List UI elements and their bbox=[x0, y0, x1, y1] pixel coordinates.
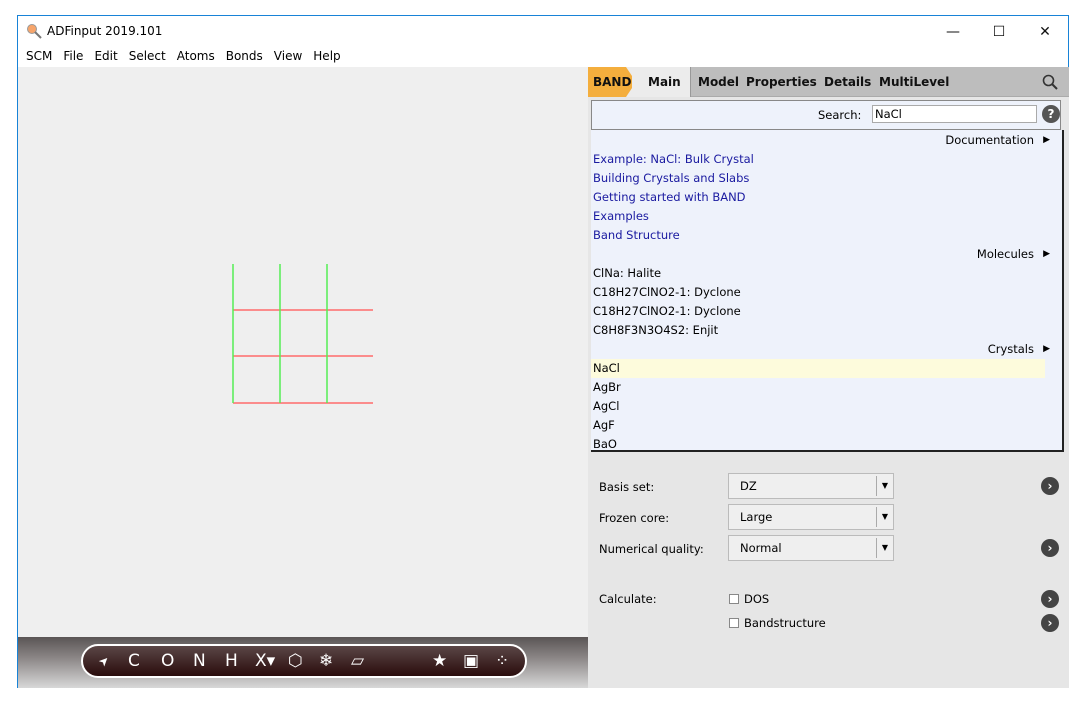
close-button[interactable]: ✕ bbox=[1022, 16, 1068, 47]
view-box-icon[interactable]: ▣ bbox=[463, 651, 479, 671]
carbon-tool[interactable]: C bbox=[128, 651, 140, 671]
menu-view[interactable]: View bbox=[272, 47, 307, 67]
molecule-item[interactable]: C18H27ClNO2-1: Dyclone bbox=[593, 302, 741, 321]
tab-band[interactable]: BAND bbox=[588, 67, 632, 97]
chevron-down-icon: ▼ bbox=[876, 476, 893, 496]
expand-arrow-icon[interactable]: ▶ bbox=[1043, 131, 1050, 150]
pointer-tool-icon[interactable]: ➤ bbox=[96, 652, 113, 669]
crystals-header[interactable]: Crystals bbox=[988, 340, 1034, 359]
numerical-quality-select[interactable]: Normal ▼ bbox=[728, 535, 894, 561]
expand-arrow-icon[interactable]: ▶ bbox=[1043, 340, 1050, 359]
crystal-item-selected[interactable]: NaCl bbox=[593, 359, 620, 378]
settings-panel: Main BAND Model Properties Details Multi… bbox=[588, 67, 1069, 688]
title-bar: ADFinput 2019.101 — ☐ ✕ bbox=[18, 16, 1068, 47]
doc-link[interactable]: Building Crystals and Slabs bbox=[593, 169, 749, 188]
menu-file[interactable]: File bbox=[61, 47, 88, 67]
help-icon[interactable]: ? bbox=[1042, 105, 1060, 123]
star-icon[interactable]: ★ bbox=[432, 651, 447, 671]
plane-icon[interactable]: ▱ bbox=[351, 651, 364, 671]
search-input[interactable] bbox=[872, 105, 1037, 123]
doc-link[interactable]: Examples bbox=[593, 207, 649, 226]
dos-details-button[interactable]: › bbox=[1041, 590, 1059, 608]
frozen-core-label: Frozen core: bbox=[599, 511, 669, 525]
bandstructure-checkbox[interactable] bbox=[729, 618, 739, 628]
menu-bar: SCM File Edit Select Atoms Bonds View He… bbox=[18, 47, 1068, 67]
crystal-lattice bbox=[18, 67, 588, 637]
molecule-item[interactable]: C18H27ClNO2-1: Dyclone bbox=[593, 283, 741, 302]
search-results: Documentation ▶ Example: NaCl: Bulk Cryst… bbox=[591, 130, 1064, 452]
freeze-icon[interactable]: ❄ bbox=[319, 651, 333, 671]
molecule-viewport[interactable] bbox=[18, 67, 588, 637]
search-bar: Search: ? bbox=[591, 100, 1061, 130]
molecule-item[interactable]: ClNa: Halite bbox=[593, 264, 661, 283]
menu-edit[interactable]: Edit bbox=[92, 47, 122, 67]
basis-set-label: Basis set: bbox=[599, 480, 654, 494]
crystal-item[interactable]: BaO bbox=[593, 435, 617, 454]
hydrogen-tool[interactable]: H bbox=[225, 651, 238, 671]
crystal-item[interactable]: AgBr bbox=[593, 378, 621, 397]
frozen-core-value: Large bbox=[740, 510, 772, 524]
more-tools-icon[interactable]: ⁘ bbox=[495, 651, 509, 671]
molecules-header[interactable]: Molecules bbox=[977, 245, 1034, 264]
panel-tabs: Main BAND Model Properties Details Multi… bbox=[588, 67, 1069, 97]
menu-scm[interactable]: SCM bbox=[24, 47, 57, 67]
minimize-button[interactable]: — bbox=[930, 16, 976, 47]
crystal-item[interactable]: AgCl bbox=[593, 397, 619, 416]
tab-main[interactable]: Main bbox=[626, 67, 691, 97]
doc-link[interactable]: Getting started with BAND bbox=[593, 188, 746, 207]
numerical-quality-label: Numerical quality: bbox=[599, 542, 704, 556]
window-title: ADFinput 2019.101 bbox=[47, 24, 162, 38]
tab-model[interactable]: Model bbox=[698, 67, 739, 97]
quality-details-button[interactable]: › bbox=[1041, 539, 1059, 557]
app-window: ADFinput 2019.101 — ☐ ✕ SCM File Edit Se… bbox=[17, 15, 1069, 688]
other-element-tool[interactable]: X▾ bbox=[255, 651, 275, 671]
bandstructure-label: Bandstructure bbox=[744, 616, 826, 630]
maximize-button[interactable]: ☐ bbox=[976, 16, 1022, 47]
menu-atoms[interactable]: Atoms bbox=[175, 47, 220, 67]
tab-properties[interactable]: Properties bbox=[746, 67, 817, 97]
molecule-item[interactable]: C8H8F3N3O4S2: Enjit bbox=[593, 321, 718, 340]
doc-link[interactable]: Band Structure bbox=[593, 226, 680, 245]
frozen-core-select[interactable]: Large ▼ bbox=[728, 504, 894, 530]
basis-set-select[interactable]: DZ ▼ bbox=[728, 473, 894, 499]
search-icon[interactable] bbox=[1042, 74, 1058, 90]
chevron-down-icon: ▼ bbox=[876, 507, 893, 527]
menu-select[interactable]: Select bbox=[127, 47, 171, 67]
menu-help[interactable]: Help bbox=[311, 47, 345, 67]
basis-set-value: DZ bbox=[740, 479, 757, 493]
tab-multilevel[interactable]: MultiLevel bbox=[879, 67, 949, 97]
dos-label: DOS bbox=[744, 592, 769, 606]
bandstructure-details-button[interactable]: › bbox=[1041, 614, 1059, 632]
selected-highlight bbox=[591, 359, 1045, 378]
crystal-item[interactable]: AgF bbox=[593, 416, 615, 435]
nitrogen-tool[interactable]: N bbox=[193, 651, 206, 671]
numerical-quality-value: Normal bbox=[740, 541, 782, 555]
tab-details[interactable]: Details bbox=[824, 67, 871, 97]
basis-details-button[interactable]: › bbox=[1041, 477, 1059, 495]
oxygen-tool[interactable]: O bbox=[161, 651, 174, 671]
expand-arrow-icon[interactable]: ▶ bbox=[1043, 245, 1050, 264]
menu-bonds[interactable]: Bonds bbox=[224, 47, 268, 67]
ring-tool-icon[interactable]: ⬡ bbox=[288, 651, 303, 671]
calculate-label: Calculate: bbox=[599, 592, 657, 606]
search-label: Search: bbox=[818, 108, 861, 122]
dos-checkbox[interactable] bbox=[729, 594, 739, 604]
doc-link[interactable]: Example: NaCl: Bulk Crystal bbox=[593, 150, 754, 169]
app-icon bbox=[26, 23, 42, 39]
chevron-down-icon: ▼ bbox=[876, 538, 893, 558]
editor-toolbar: ➤ C O N H X▾ ⬡ ❄ ▱ ★ ▣ ⁘ bbox=[81, 644, 527, 678]
documentation-header[interactable]: Documentation bbox=[945, 131, 1034, 150]
